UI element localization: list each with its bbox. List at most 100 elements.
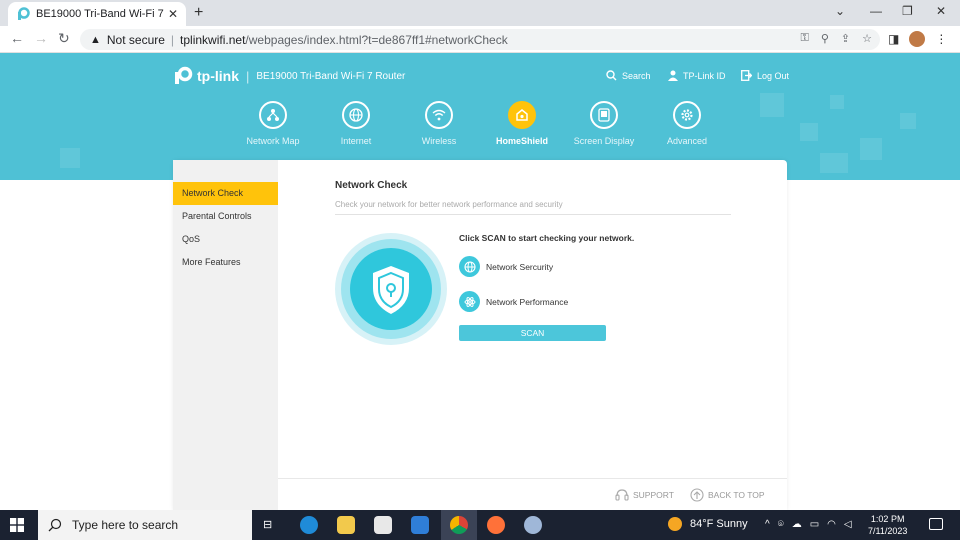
url-host: tplinkwifi.net [180, 32, 246, 47]
paint-icon[interactable] [524, 516, 542, 534]
tplink-id-button[interactable]: TP-Link ID [668, 70, 726, 81]
check-label: Network Performance [486, 296, 569, 307]
nav-screen-display[interactable]: Screen Display [562, 101, 646, 146]
brand-logo-text: tp-link [197, 68, 239, 84]
shield-icon [373, 266, 409, 314]
bookmark-star-icon[interactable]: ☆ [862, 32, 872, 45]
weather-widget[interactable]: 84°F Sunny [668, 517, 748, 531]
network-check-content: Network Check Check your network for bet… [278, 160, 787, 478]
clock[interactable]: 1:02 PM 7/11/2023 [868, 513, 907, 537]
shield-illustration [335, 233, 447, 345]
gear-icon [681, 109, 693, 121]
atom-icon [464, 296, 475, 307]
sidebar-item-qos[interactable]: QoS [173, 228, 278, 251]
file-explorer-icon[interactable] [337, 516, 355, 534]
profile-avatar[interactable] [909, 31, 926, 47]
router-model: BE19000 Tri-Band Wi-Fi 7 Router [256, 70, 406, 82]
sidebar-item-parental-controls[interactable]: Parental Controls [173, 205, 278, 228]
tab-title: BE19000 Tri-Band Wi-Fi 7 Router [36, 8, 164, 20]
arrow-up-circle-icon [690, 488, 704, 502]
sidebar-item-network-check[interactable]: Network Check [173, 182, 278, 205]
nav-homeshield[interactable]: HomeShield [480, 101, 564, 146]
check-network-security: Network Sercurity [459, 256, 553, 277]
tab-search-icon[interactable]: ⌄ [835, 4, 845, 18]
nav-network-map[interactable]: Network Map [231, 101, 315, 146]
zoom-icon[interactable]: ⚲ [821, 32, 829, 45]
check-network-performance: Network Performance [459, 291, 568, 312]
clock-date: 7/11/2023 [868, 526, 908, 536]
back-to-top-link[interactable]: BACK TO TOP [690, 488, 765, 502]
logout-icon [741, 70, 752, 81]
forward-icon[interactable]: → [34, 30, 48, 46]
nav-wireless[interactable]: Wireless [397, 101, 481, 146]
taskbar-search[interactable]: Type here to search [38, 510, 252, 540]
sidebar: Network Check Parental Controls QoS More… [173, 160, 278, 510]
volume-icon[interactable]: ◁ [844, 519, 852, 530]
clock-time: 1:02 PM [870, 514, 905, 524]
sun-icon [668, 517, 682, 531]
support-link[interactable]: SUPPORT [615, 488, 674, 502]
side-panel-icon[interactable]: ◨ [888, 32, 899, 46]
not-secure-label[interactable]: Not secure [107, 33, 165, 47]
panel-footer: SUPPORT BACK TO TOP [278, 478, 787, 510]
taskbar: Type here to search ⊟ 84°F Sunny ^ ⌾ ☁ ▭… [0, 510, 960, 540]
browser-tab[interactable]: BE19000 Tri-Band Wi-Fi 7 Router ✕ [8, 2, 186, 26]
user-icon [668, 70, 678, 81]
globe-icon [349, 108, 363, 122]
restore-button[interactable]: ❐ [902, 4, 913, 18]
scan-prompt: Click SCAN to start checking your networ… [459, 233, 635, 243]
tplink-brand: tp-link | BE19000 Tri-Band Wi-Fi 7 Route… [173, 66, 405, 86]
onedrive-cloud-icon[interactable]: ☁ [792, 519, 802, 530]
wifi-tray-icon[interactable]: ◠ [827, 519, 836, 530]
globe-icon [463, 260, 476, 273]
screen-display-icon [598, 108, 610, 122]
wifi-icon [432, 109, 446, 121]
notification-icon[interactable] [929, 518, 943, 530]
reload-icon[interactable]: ↻ [58, 30, 70, 47]
scan-button[interactable]: SCAN [459, 325, 606, 341]
chevron-up-icon[interactable]: ^ [765, 519, 770, 530]
check-label: Network Sercurity [486, 261, 554, 272]
system-tray: ^ ⌾ ☁ ▭ ◠ ◁ [765, 519, 852, 530]
taskbar-search-placeholder: Type here to search [72, 518, 179, 532]
tab-close-icon[interactable]: ✕ [168, 7, 178, 21]
new-tab-button[interactable]: + [194, 4, 203, 22]
edge-icon[interactable] [300, 516, 318, 534]
share-icon[interactable]: ⇪ [841, 32, 850, 45]
title-divider [335, 214, 731, 215]
url-path: /webpages/index.html?t=de867ff1#networkC… [245, 32, 508, 47]
key-icon[interactable]: ⚿ [800, 32, 808, 45]
mail-icon[interactable] [411, 516, 429, 534]
browser-toolbar: ← → ↻ ▲ Not secure | tplinkwifi.net /web… [0, 26, 960, 53]
task-view-icon[interactable]: ⊟ [263, 518, 272, 531]
browser-menu-icon[interactable]: ⋮ [935, 32, 947, 46]
chrome-icon[interactable] [450, 516, 468, 534]
close-window-button[interactable]: ✕ [936, 4, 946, 18]
warning-icon[interactable]: ▲ [90, 34, 101, 46]
sidebar-item-more-features[interactable]: More Features [173, 251, 278, 274]
back-icon[interactable]: ← [10, 30, 24, 46]
battery-icon[interactable]: ▭ [810, 519, 819, 530]
address-bar[interactable]: ▲ Not secure | tplinkwifi.net /webpages/… [80, 29, 880, 50]
header-search-button[interactable]: Search [606, 70, 651, 81]
homeshield-icon [516, 109, 528, 121]
url-separator: | [170, 32, 175, 47]
meet-now-icon[interactable]: ⌾ [778, 519, 784, 530]
tplink-favicon-icon [18, 7, 30, 20]
network-map-icon [267, 109, 279, 121]
page-title: Network Check [335, 180, 408, 191]
store-icon[interactable] [374, 516, 392, 534]
nav-internet[interactable]: Internet [314, 101, 398, 146]
search-icon [48, 518, 62, 532]
nav-advanced[interactable]: Advanced [645, 101, 729, 146]
tplink-logo-icon [175, 66, 193, 84]
firefox-icon[interactable] [487, 516, 505, 534]
browser-tab-strip: BE19000 Tri-Band Wi-Fi 7 Router ✕ + ⌄ — … [0, 0, 960, 26]
headset-icon [615, 489, 629, 501]
minimize-button[interactable]: — [870, 4, 882, 18]
main-panel: Network Check Parental Controls QoS More… [173, 160, 787, 510]
search-icon [606, 70, 617, 81]
page-subtitle: Check your network for better network pe… [335, 200, 563, 209]
windows-start-icon[interactable] [10, 518, 24, 532]
logout-button[interactable]: Log Out [741, 70, 789, 81]
